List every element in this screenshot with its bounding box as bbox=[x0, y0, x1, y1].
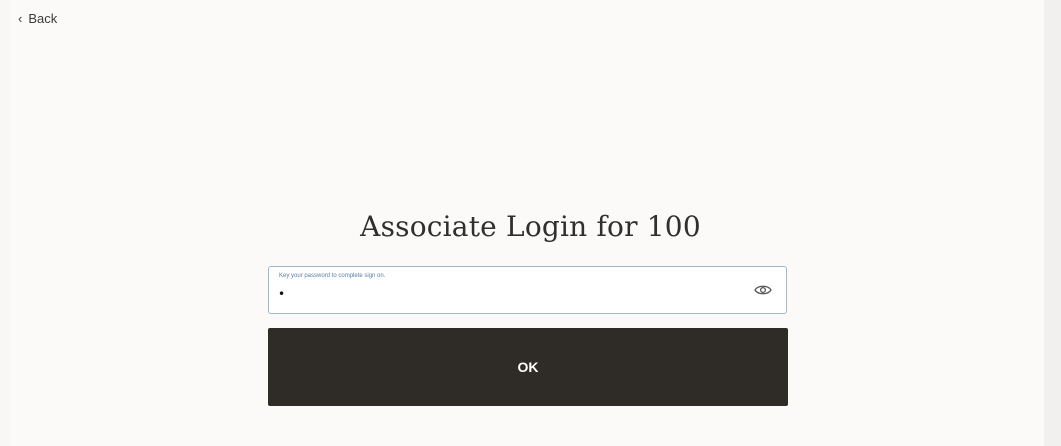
back-label: Back bbox=[28, 11, 58, 26]
ok-button[interactable]: OK bbox=[268, 328, 788, 406]
chevron-left-icon: ‹ bbox=[18, 11, 23, 26]
page: ‹ Back Associate Login for 100 Key your … bbox=[0, 0, 1061, 446]
page-title: Associate Login for 100 bbox=[360, 210, 701, 243]
password-input[interactable]: • bbox=[278, 287, 738, 307]
back-button[interactable]: ‹ Back bbox=[18, 11, 57, 26]
password-field-label: Key your password to complete sign on. bbox=[279, 273, 386, 279]
password-field[interactable]: Key your password to complete sign on. • bbox=[268, 266, 787, 314]
eye-icon[interactable] bbox=[754, 283, 772, 297]
